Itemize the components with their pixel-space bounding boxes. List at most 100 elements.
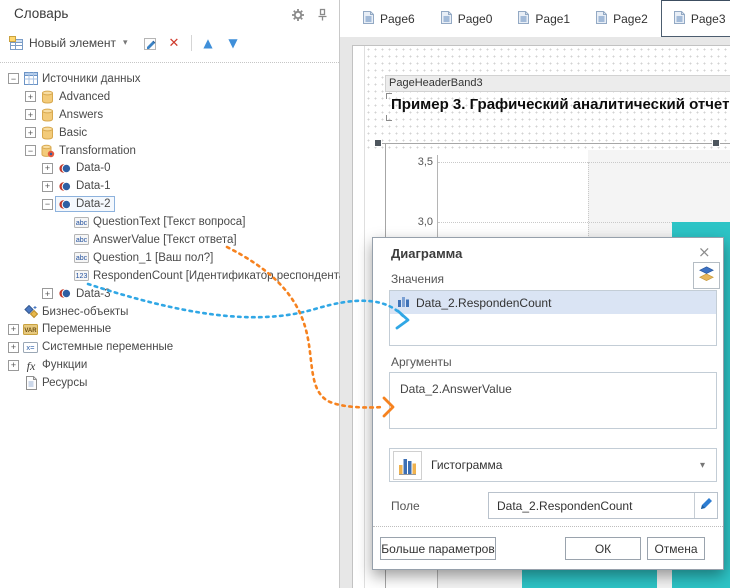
pin-icon[interactable] (317, 8, 328, 27)
tree-item-бизнес-объекты[interactable]: Бизнес-объекты (0, 303, 338, 321)
numeric-column-icon: 123 (74, 269, 89, 283)
report-designer-window: Словарь Новый элемент ▾ ✕ ▲ ▼ −Источники… (0, 0, 730, 588)
page-icon (363, 11, 374, 27)
move-down-icon[interactable]: ▼ (225, 35, 242, 52)
selection-handle[interactable] (712, 139, 720, 147)
chart-type-select[interactable]: Гистограмма ▾ (389, 448, 717, 482)
new-item-button[interactable]: Новый элемент ▾ (8, 35, 128, 52)
move-up-icon[interactable]: ▲ (200, 35, 217, 52)
tree-item-data-3[interactable]: + Data-3 (0, 285, 338, 303)
tree-item-data-0[interactable]: +Data-0 (0, 159, 338, 177)
series-bars-icon (397, 295, 410, 311)
toolbar-divider (191, 35, 192, 51)
string-column-icon: abc (74, 233, 89, 247)
tree-item-transformation[interactable]: −Transformation (0, 142, 338, 160)
delete-icon[interactable]: ✕ (166, 35, 183, 52)
selected-tree-item[interactable]: Data-2 (55, 196, 115, 212)
tree-item-label: QuestionText [Текст вопроса] (93, 216, 245, 228)
tree-item-question-1-ваш-пол[interactable]: abcQuestion_1 [Ваш пол?] (0, 249, 338, 267)
edit-icon[interactable] (142, 35, 159, 52)
tree-item-label: Системные переменные (42, 341, 173, 353)
tab-label: Page0 (458, 12, 493, 26)
tree-item-advanced[interactable]: +Advanced (0, 88, 338, 106)
tree-item-системные-переменные[interactable]: +x=Системные переменные (0, 338, 338, 356)
expand-icon[interactable]: + (8, 360, 19, 371)
chevron-down-icon: ▾ (700, 460, 705, 471)
expand-icon[interactable]: + (25, 91, 36, 102)
tree-item-respondencount-идентификатор-респондента[interactable]: 123RespondenCount [Идентификатор респонд… (0, 267, 338, 285)
report-title-text[interactable]: Пример 3. Графический аналитический отче… (391, 96, 730, 113)
arguments-list-item[interactable]: Data_2.AnswerValue (390, 373, 716, 396)
dictionary-toolbar: Новый элемент ▾ ✕ ▲ ▼ (8, 32, 242, 54)
tree-item-basic[interactable]: +Basic (0, 124, 338, 142)
tree-item-data-1[interactable]: +Data-1 (0, 177, 338, 195)
database-icon (40, 108, 55, 122)
page-icon (596, 11, 607, 27)
values-item-label: Data_2.RespondenCount (416, 296, 551, 310)
string-column-icon: abc (74, 251, 89, 265)
cancel-button[interactable]: Отмена (647, 537, 705, 560)
tree-item-label: Data-2 (76, 198, 111, 210)
layers-button[interactable] (693, 262, 720, 289)
tree-item-label: Answers (59, 109, 103, 121)
expand-icon[interactable]: + (42, 181, 53, 192)
tree-item-label: Источники данных (42, 73, 141, 85)
collapse-icon[interactable]: − (42, 199, 53, 210)
chart-dialog: Диаграмма × Значения Data_2.RespondenCou… (372, 237, 724, 570)
y-axis-tick: 3,5 (405, 156, 433, 168)
chart-type-value: Гистограмма (431, 458, 502, 472)
field-value: Data_2.RespondenCount (489, 499, 694, 513)
tree-item-label: Data-3 (76, 288, 111, 300)
tree-item-answervalue-текст-ответа[interactable]: abcAnswerValue [Текст ответа] (0, 231, 338, 249)
tree-item-переменные[interactable]: +VARПеременные (0, 320, 338, 338)
values-label: Значения (391, 272, 444, 286)
gear-icon[interactable] (291, 8, 305, 27)
database-conn-icon (40, 144, 55, 158)
expand-icon[interactable]: + (25, 109, 36, 120)
field-edit-button[interactable] (694, 493, 717, 518)
toolbar-separator (0, 62, 339, 63)
svg-text:abc: abc (76, 220, 88, 227)
page-header-band[interactable]: PageHeaderBand3 (385, 75, 730, 92)
expand-icon[interactable]: + (42, 288, 53, 299)
tab-page6[interactable]: Page6 (350, 1, 428, 37)
expand-icon[interactable]: + (42, 163, 53, 174)
tree-item-ресурсы[interactable]: Ресурсы (0, 374, 338, 392)
tree-item-label: Бизнес-объекты (42, 306, 128, 318)
tab-label: Page3 (691, 12, 726, 26)
tab-label: Page2 (613, 12, 648, 26)
tab-page1[interactable]: Page1 (505, 1, 583, 37)
dialog-title: Диаграмма (391, 246, 462, 261)
tree-item-data-2[interactable]: − Data-2 (0, 195, 338, 213)
tree-item-label: Ресурсы (42, 377, 87, 389)
tree-item-answers[interactable]: + Answers (0, 106, 338, 124)
tab-page2[interactable]: Page2 (583, 1, 661, 37)
database-icon (40, 126, 55, 140)
chart-gridline (438, 162, 730, 163)
ok-button[interactable]: ОК (565, 537, 641, 560)
svg-text:VAR: VAR (24, 328, 37, 334)
svg-text:abc: abc (76, 237, 88, 244)
expand-icon[interactable]: + (8, 342, 19, 353)
tab-page0[interactable]: Page0 (428, 1, 506, 37)
field-label: Поле (391, 499, 420, 513)
expand-icon[interactable]: + (8, 324, 19, 335)
collapse-icon[interactable]: − (25, 145, 36, 156)
values-list-item[interactable]: Data_2.RespondenCount (390, 291, 716, 314)
expand-icon[interactable]: + (25, 127, 36, 138)
tree-item-label: RespondenCount [Идентификатор респондент… (93, 270, 348, 282)
field-input[interactable]: Data_2.RespondenCount (488, 492, 718, 519)
values-listbox[interactable]: Data_2.RespondenCount (389, 290, 717, 346)
page-tab-bar: Page6Page0Page1Page2Page3Pa (340, 0, 730, 37)
more-parameters-button[interactable]: Больше параметров (380, 537, 496, 560)
tree-item-функции[interactable]: +fxФункции (0, 356, 338, 374)
close-icon[interactable]: × (698, 243, 711, 261)
selection-handle[interactable] (374, 139, 382, 147)
collapse-icon[interactable]: − (8, 73, 19, 84)
tree-item-источники-данных[interactable]: − Источники данных (0, 70, 338, 88)
new-item-icon (8, 35, 25, 52)
tab-page3[interactable]: Page3 (661, 0, 730, 37)
tree-item-questiontext-текст-вопроса[interactable]: abc QuestionText [Текст вопроса] (0, 213, 338, 231)
arguments-label: Аргументы (391, 355, 452, 369)
arguments-listbox[interactable]: Data_2.AnswerValue (389, 372, 717, 429)
